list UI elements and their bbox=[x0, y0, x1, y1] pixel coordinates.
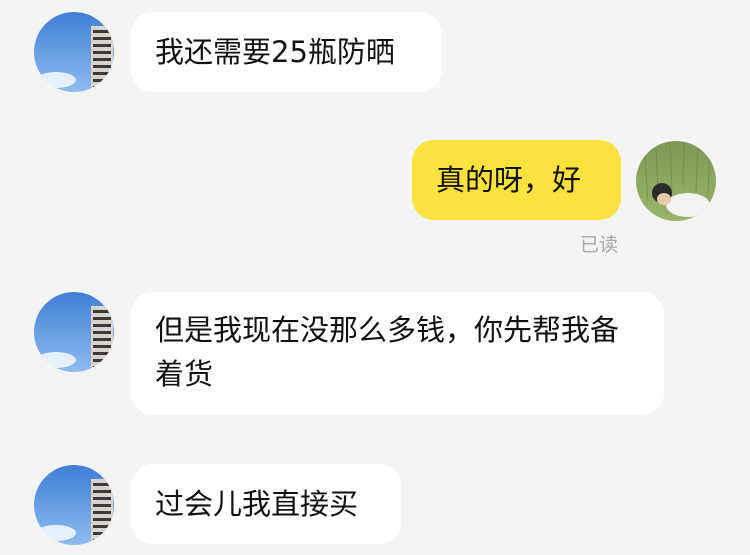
message-bubble-outgoing[interactable]: 真的呀，好 bbox=[412, 140, 621, 220]
message-text: 真的呀，好 bbox=[436, 163, 582, 197]
message-text: 但是我现在没那么多钱，你先帮我备着货 bbox=[155, 313, 620, 391]
my-avatar[interactable] bbox=[636, 141, 716, 221]
message-text: 过会儿我直接买 bbox=[155, 487, 359, 521]
message-bubble-incoming[interactable]: 但是我现在没那么多钱，你先帮我备着货 bbox=[131, 292, 664, 415]
message-bubble-incoming[interactable]: 我还需要25瓶防晒 bbox=[131, 12, 442, 92]
contact-avatar[interactable] bbox=[34, 292, 114, 372]
message-bubble-incoming[interactable]: 过会儿我直接买 bbox=[131, 464, 401, 544]
contact-avatar[interactable] bbox=[34, 12, 114, 92]
building-sky-avatar-icon bbox=[34, 292, 114, 372]
contact-avatar[interactable] bbox=[34, 465, 114, 545]
grass-field-avatar-icon bbox=[636, 141, 716, 221]
building-sky-avatar-icon bbox=[34, 12, 114, 92]
building-sky-avatar-icon bbox=[34, 465, 114, 545]
message-text: 我还需要25瓶防晒 bbox=[155, 35, 395, 69]
read-receipt: 已读 bbox=[580, 234, 619, 256]
